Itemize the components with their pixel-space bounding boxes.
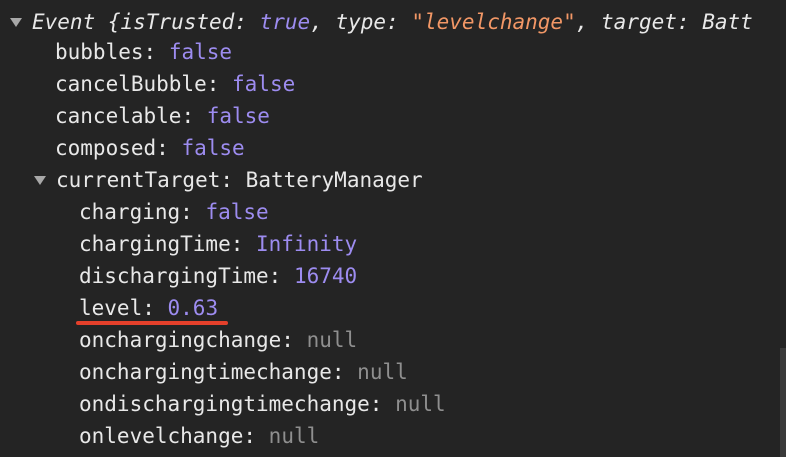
property-key: bubbles	[55, 40, 144, 64]
is-trusted-key: isTrusted	[120, 10, 235, 34]
property-row-cancelable[interactable]: cancelable: false	[55, 100, 270, 132]
property-value: false	[232, 72, 296, 96]
child-row-chargingtime[interactable]: chargingTime: Infinity	[79, 228, 357, 260]
property-key: onchargingtimechange	[79, 360, 332, 384]
property-value: 0.63	[167, 296, 219, 320]
property-row-cancelbubble[interactable]: cancelBubble: false	[55, 68, 295, 100]
expand-triangle-icon[interactable]	[10, 17, 22, 27]
scrollbar-track[interactable]	[780, 348, 786, 457]
property-value: Infinity	[256, 232, 358, 256]
property-value: false	[206, 104, 270, 128]
property-key: ondischargingtimechange	[79, 392, 370, 416]
child-row-ondischargingtimechange[interactable]: ondischargingtimechange: null	[79, 388, 446, 420]
property-key: onlevelchange	[79, 424, 244, 448]
child-row-onchargingtimechange[interactable]: onchargingtimechange: null	[79, 356, 408, 388]
property-value: null	[306, 328, 358, 352]
property-value: null	[395, 392, 446, 416]
property-key: onchargingchange	[79, 328, 282, 352]
property-key: chargingTime	[79, 232, 231, 256]
property-key: composed	[55, 136, 157, 160]
devtools-console: Event { isTrusted: true, type: "levelcha…	[0, 0, 786, 457]
target-value: Batt	[702, 10, 753, 34]
property-value: null	[268, 424, 320, 448]
expand-triangle-icon[interactable]	[34, 175, 46, 185]
property-value: null	[357, 360, 408, 384]
property-value: false	[205, 200, 269, 224]
child-row-onlevelchange[interactable]: onlevelchange: null	[79, 420, 319, 452]
property-value: 16740	[293, 264, 358, 288]
property-key: cancelable	[55, 104, 182, 128]
property-key: level	[79, 296, 143, 320]
child-row-level[interactable]: level: 0.63	[79, 292, 218, 324]
property-key: charging	[79, 200, 181, 224]
current-target-value: BatteryManager	[245, 168, 423, 192]
property-key: dischargingTime	[79, 264, 269, 288]
property-value: false	[181, 136, 245, 160]
current-target-key: currentTarget	[56, 168, 221, 192]
type-value: "levelchange"	[411, 10, 576, 34]
event-object-row[interactable]: Event { isTrusted: true, type: "levelcha…	[10, 6, 753, 38]
event-prefix: Event {	[32, 10, 121, 34]
property-value: false	[168, 40, 233, 64]
property-row-composed[interactable]: composed: false	[55, 132, 245, 164]
type-key: type	[335, 10, 387, 34]
child-row-charging[interactable]: charging: false	[79, 196, 269, 228]
property-key: cancelBubble	[55, 72, 207, 96]
child-row-onchargingchange[interactable]: onchargingchange: null	[79, 324, 357, 356]
property-row-bubbles[interactable]: bubbles: false	[55, 36, 232, 68]
child-row-dischargingtime[interactable]: dischargingTime: 16740	[79, 260, 357, 292]
is-trusted-value: true	[259, 10, 311, 34]
current-target-row[interactable]: currentTarget: BatteryManager	[34, 164, 423, 196]
target-key: target	[601, 10, 677, 34]
